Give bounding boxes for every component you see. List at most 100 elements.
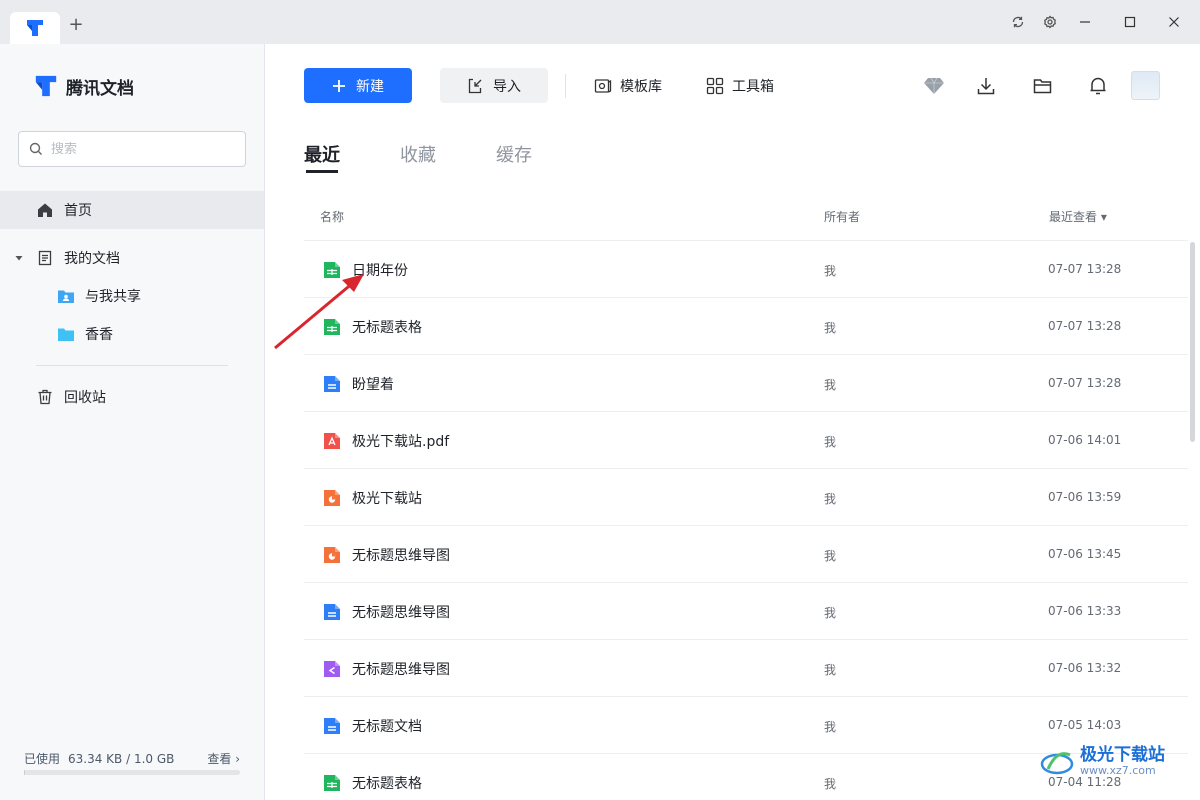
toolbar-separator xyxy=(565,74,566,98)
column-header-last-viewed[interactable]: 最近查看 ▾ xyxy=(1049,208,1107,225)
file-time: 07-07 13:28 xyxy=(1048,319,1122,333)
scrollbar[interactable] xyxy=(1190,242,1195,442)
file-owner: 我 xyxy=(824,549,837,563)
document-icon xyxy=(36,249,54,267)
import-button[interactable]: 导入 xyxy=(440,68,548,103)
column-header-owner[interactable]: 所有者 xyxy=(824,208,860,225)
toolbox-button[interactable]: 工具箱 xyxy=(706,74,774,98)
file-name: 无标题文档 xyxy=(352,719,422,735)
toolbox-label: 工具箱 xyxy=(732,79,774,95)
brand-name: 腾讯文档 xyxy=(66,78,134,99)
sync-icon[interactable] xyxy=(1006,10,1030,34)
table-row[interactable]: 无标题思维导图 我 07-06 13:45 xyxy=(304,526,1188,583)
sheet-icon xyxy=(323,774,341,792)
file-time: 07-06 13:45 xyxy=(1048,547,1122,561)
app-tab[interactable] xyxy=(10,12,60,44)
mind-map-icon xyxy=(323,660,341,678)
folder-open-icon[interactable] xyxy=(1031,74,1055,98)
watermark: 极光下载站 www.xz7.com xyxy=(1040,746,1165,777)
file-name: 盼望着 xyxy=(352,377,394,393)
storage-info: 已使用 63.34 KB / 1.0 GB 查看 › xyxy=(24,750,240,767)
file-time: 07-05 14:03 xyxy=(1048,718,1122,732)
active-tab-indicator xyxy=(306,170,338,173)
watermark-logo-icon xyxy=(1040,751,1074,774)
table-row[interactable]: 日期年份我 07-07 13:28 xyxy=(304,241,1188,298)
templates-button[interactable]: 模板库 xyxy=(594,74,662,98)
new-button[interactable]: 新建 xyxy=(304,68,412,103)
table-row[interactable]: 无标题思维导图 我 07-06 13:32 xyxy=(304,640,1188,697)
title-bar: + xyxy=(0,0,1200,44)
storage-usage: 已使用 63.34 KB / 1.0 GB xyxy=(24,750,174,767)
close-icon[interactable] xyxy=(1162,10,1186,34)
import-button-label: 导入 xyxy=(493,78,521,95)
pdf-icon xyxy=(323,432,341,450)
watermark-sub: www.xz7.com xyxy=(1080,764,1156,777)
sidebar-item-label: 我的文档 xyxy=(64,251,120,267)
new-tab-button[interactable]: + xyxy=(66,14,86,35)
file-name: 极光下载站.pdf xyxy=(352,434,450,450)
file-time: 07-04 11:28 xyxy=(1048,775,1122,789)
sidebar-item-label: 与我共享 xyxy=(85,289,141,305)
table-row[interactable]: 盼望着 我 07-07 13:28 xyxy=(304,355,1188,412)
table-row[interactable]: 无标题思维导图 我 07-06 13:33 xyxy=(304,583,1188,640)
table-row[interactable]: 无标题表格我 07-07 13:28 xyxy=(304,298,1188,355)
tencent-docs-logo-icon xyxy=(27,20,43,36)
file-time: 07-06 13:32 xyxy=(1048,661,1122,675)
slide-icon xyxy=(323,546,341,564)
search-box[interactable] xyxy=(18,131,246,167)
tab-favorites[interactable]: 收藏 xyxy=(400,141,436,167)
avatar[interactable] xyxy=(1131,71,1160,100)
file-name: 极光下载站 xyxy=(352,491,422,507)
sidebar-item-home[interactable]: 首页 xyxy=(0,191,264,229)
folder-icon xyxy=(57,325,75,343)
file-owner: 我 xyxy=(824,492,837,506)
sidebar-item-folder-xiangxiang[interactable]: 香香 xyxy=(0,315,264,353)
tencent-docs-logo-icon xyxy=(35,75,57,97)
search-icon xyxy=(29,142,42,155)
templates-label: 模板库 xyxy=(620,79,662,95)
storage-progress-bar xyxy=(24,770,240,775)
settings-icon[interactable] xyxy=(1038,10,1062,34)
chevron-down-icon[interactable] xyxy=(14,253,24,263)
sidebar-item-trash[interactable]: 回收站 xyxy=(0,378,264,416)
file-owner: 我 xyxy=(824,777,837,791)
storage-value: 63.34 KB / 1.0 GB xyxy=(68,752,175,766)
download-icon[interactable] xyxy=(974,74,998,98)
search-input[interactable] xyxy=(51,141,221,157)
diamond-icon[interactable] xyxy=(922,74,946,98)
file-owner: 我 xyxy=(824,264,837,278)
sidebar: 腾讯文档 首页 我的文档 与我共享 香香 回 xyxy=(0,44,265,800)
file-owner: 我 xyxy=(824,606,837,620)
storage-view-link[interactable]: 查看 › xyxy=(207,750,240,767)
file-owner: 我 xyxy=(824,720,837,734)
file-time: 07-06 13:33 xyxy=(1048,604,1122,618)
sidebar-item-shared-with-me[interactable]: 与我共享 xyxy=(0,277,264,315)
doc-icon xyxy=(323,603,341,621)
sidebar-item-label: 回收站 xyxy=(64,390,106,406)
annotation-arrow-icon xyxy=(274,274,364,350)
minimize-icon[interactable] xyxy=(1073,10,1097,34)
file-owner: 我 xyxy=(824,321,837,335)
bell-icon[interactable] xyxy=(1086,74,1110,98)
tab-cache[interactable]: 缓存 xyxy=(496,141,532,167)
file-time: 07-07 13:28 xyxy=(1048,262,1122,276)
table-row[interactable]: 极光下载站.pdf 我 07-06 14:01 xyxy=(304,412,1188,469)
brand: 腾讯文档 xyxy=(32,72,134,100)
table-row[interactable]: 极光下载站 我 07-06 13:59 xyxy=(304,469,1188,526)
column-header-name[interactable]: 名称 xyxy=(320,208,344,225)
file-owner: 我 xyxy=(824,435,837,449)
doc-icon xyxy=(323,717,341,735)
tab-recent[interactable]: 最近 xyxy=(304,141,340,167)
plus-icon xyxy=(333,79,345,92)
sidebar-item-my-docs[interactable]: 我的文档 xyxy=(0,239,264,277)
doc-icon xyxy=(323,375,341,393)
file-owner: 我 xyxy=(824,663,837,677)
sidebar-item-label: 首页 xyxy=(64,203,92,219)
sidebar-divider xyxy=(36,365,228,366)
file-name: 无标题思维导图 xyxy=(352,662,450,678)
maximize-icon[interactable] xyxy=(1118,10,1142,34)
sidebar-item-label: 香香 xyxy=(85,327,113,343)
file-name: 无标题思维导图 xyxy=(352,605,450,621)
grid-icon xyxy=(706,77,724,95)
new-button-label: 新建 xyxy=(356,78,384,95)
